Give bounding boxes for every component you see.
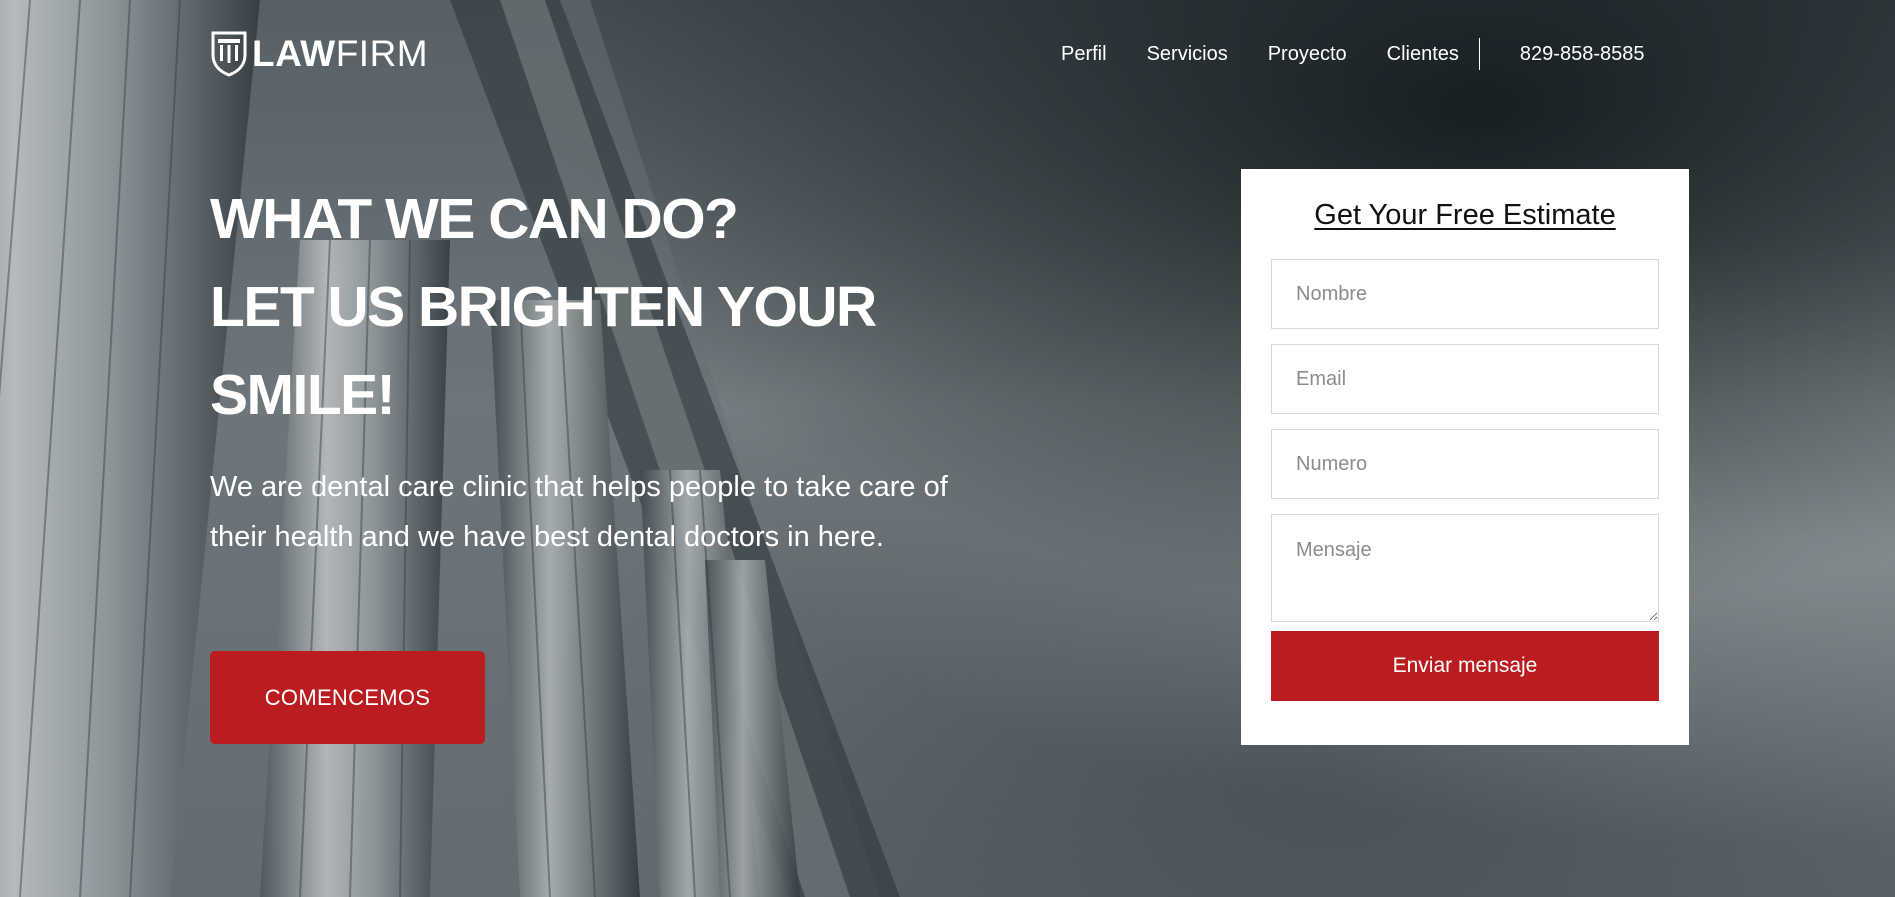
logo-text-bold: LAW bbox=[252, 32, 336, 74]
message-textarea[interactable] bbox=[1271, 514, 1659, 622]
nav-item-servicios[interactable]: Servicios bbox=[1147, 43, 1228, 66]
logo-text: LAWFIRM bbox=[252, 35, 428, 72]
nav-item-clientes[interactable]: Clientes bbox=[1387, 43, 1459, 66]
hero-headline: WHAT WE CAN DO? LET US BRIGHTEN YOUR SMI… bbox=[210, 175, 970, 439]
nav-divider bbox=[1478, 38, 1480, 70]
main-nav: Perfil Servicios Proyecto Clientes 829-8… bbox=[1061, 38, 1684, 70]
cta-button[interactable]: COMENCEMOS bbox=[210, 651, 485, 744]
nav-item-proyecto[interactable]: Proyecto bbox=[1268, 43, 1347, 66]
hero-lead-text: We are dental care clinic that helps peo… bbox=[210, 471, 948, 553]
hero-headline-line2: LET US BRIGHTEN YOUR SMILE! bbox=[210, 275, 877, 427]
submit-button[interactable]: Enviar mensaje bbox=[1271, 631, 1659, 701]
logo-text-light: FIRM bbox=[335, 32, 429, 74]
email-input[interactable] bbox=[1271, 344, 1659, 414]
hero-headline-line1: WHAT WE CAN DO? bbox=[210, 187, 739, 251]
nav-item-perfil[interactable]: Perfil bbox=[1061, 43, 1107, 66]
law-firm-shield-icon bbox=[211, 31, 247, 77]
form-title: Get Your Free Estimate bbox=[1314, 199, 1616, 231]
name-input[interactable] bbox=[1271, 259, 1659, 329]
logo[interactable]: LAWFIRM bbox=[210, 28, 428, 78]
number-input[interactable] bbox=[1271, 429, 1659, 499]
estimate-form-card: Get Your Free Estimate Enviar mensaje bbox=[1241, 169, 1689, 745]
nav-phone-link[interactable]: 829-858-8585 bbox=[1520, 43, 1645, 66]
